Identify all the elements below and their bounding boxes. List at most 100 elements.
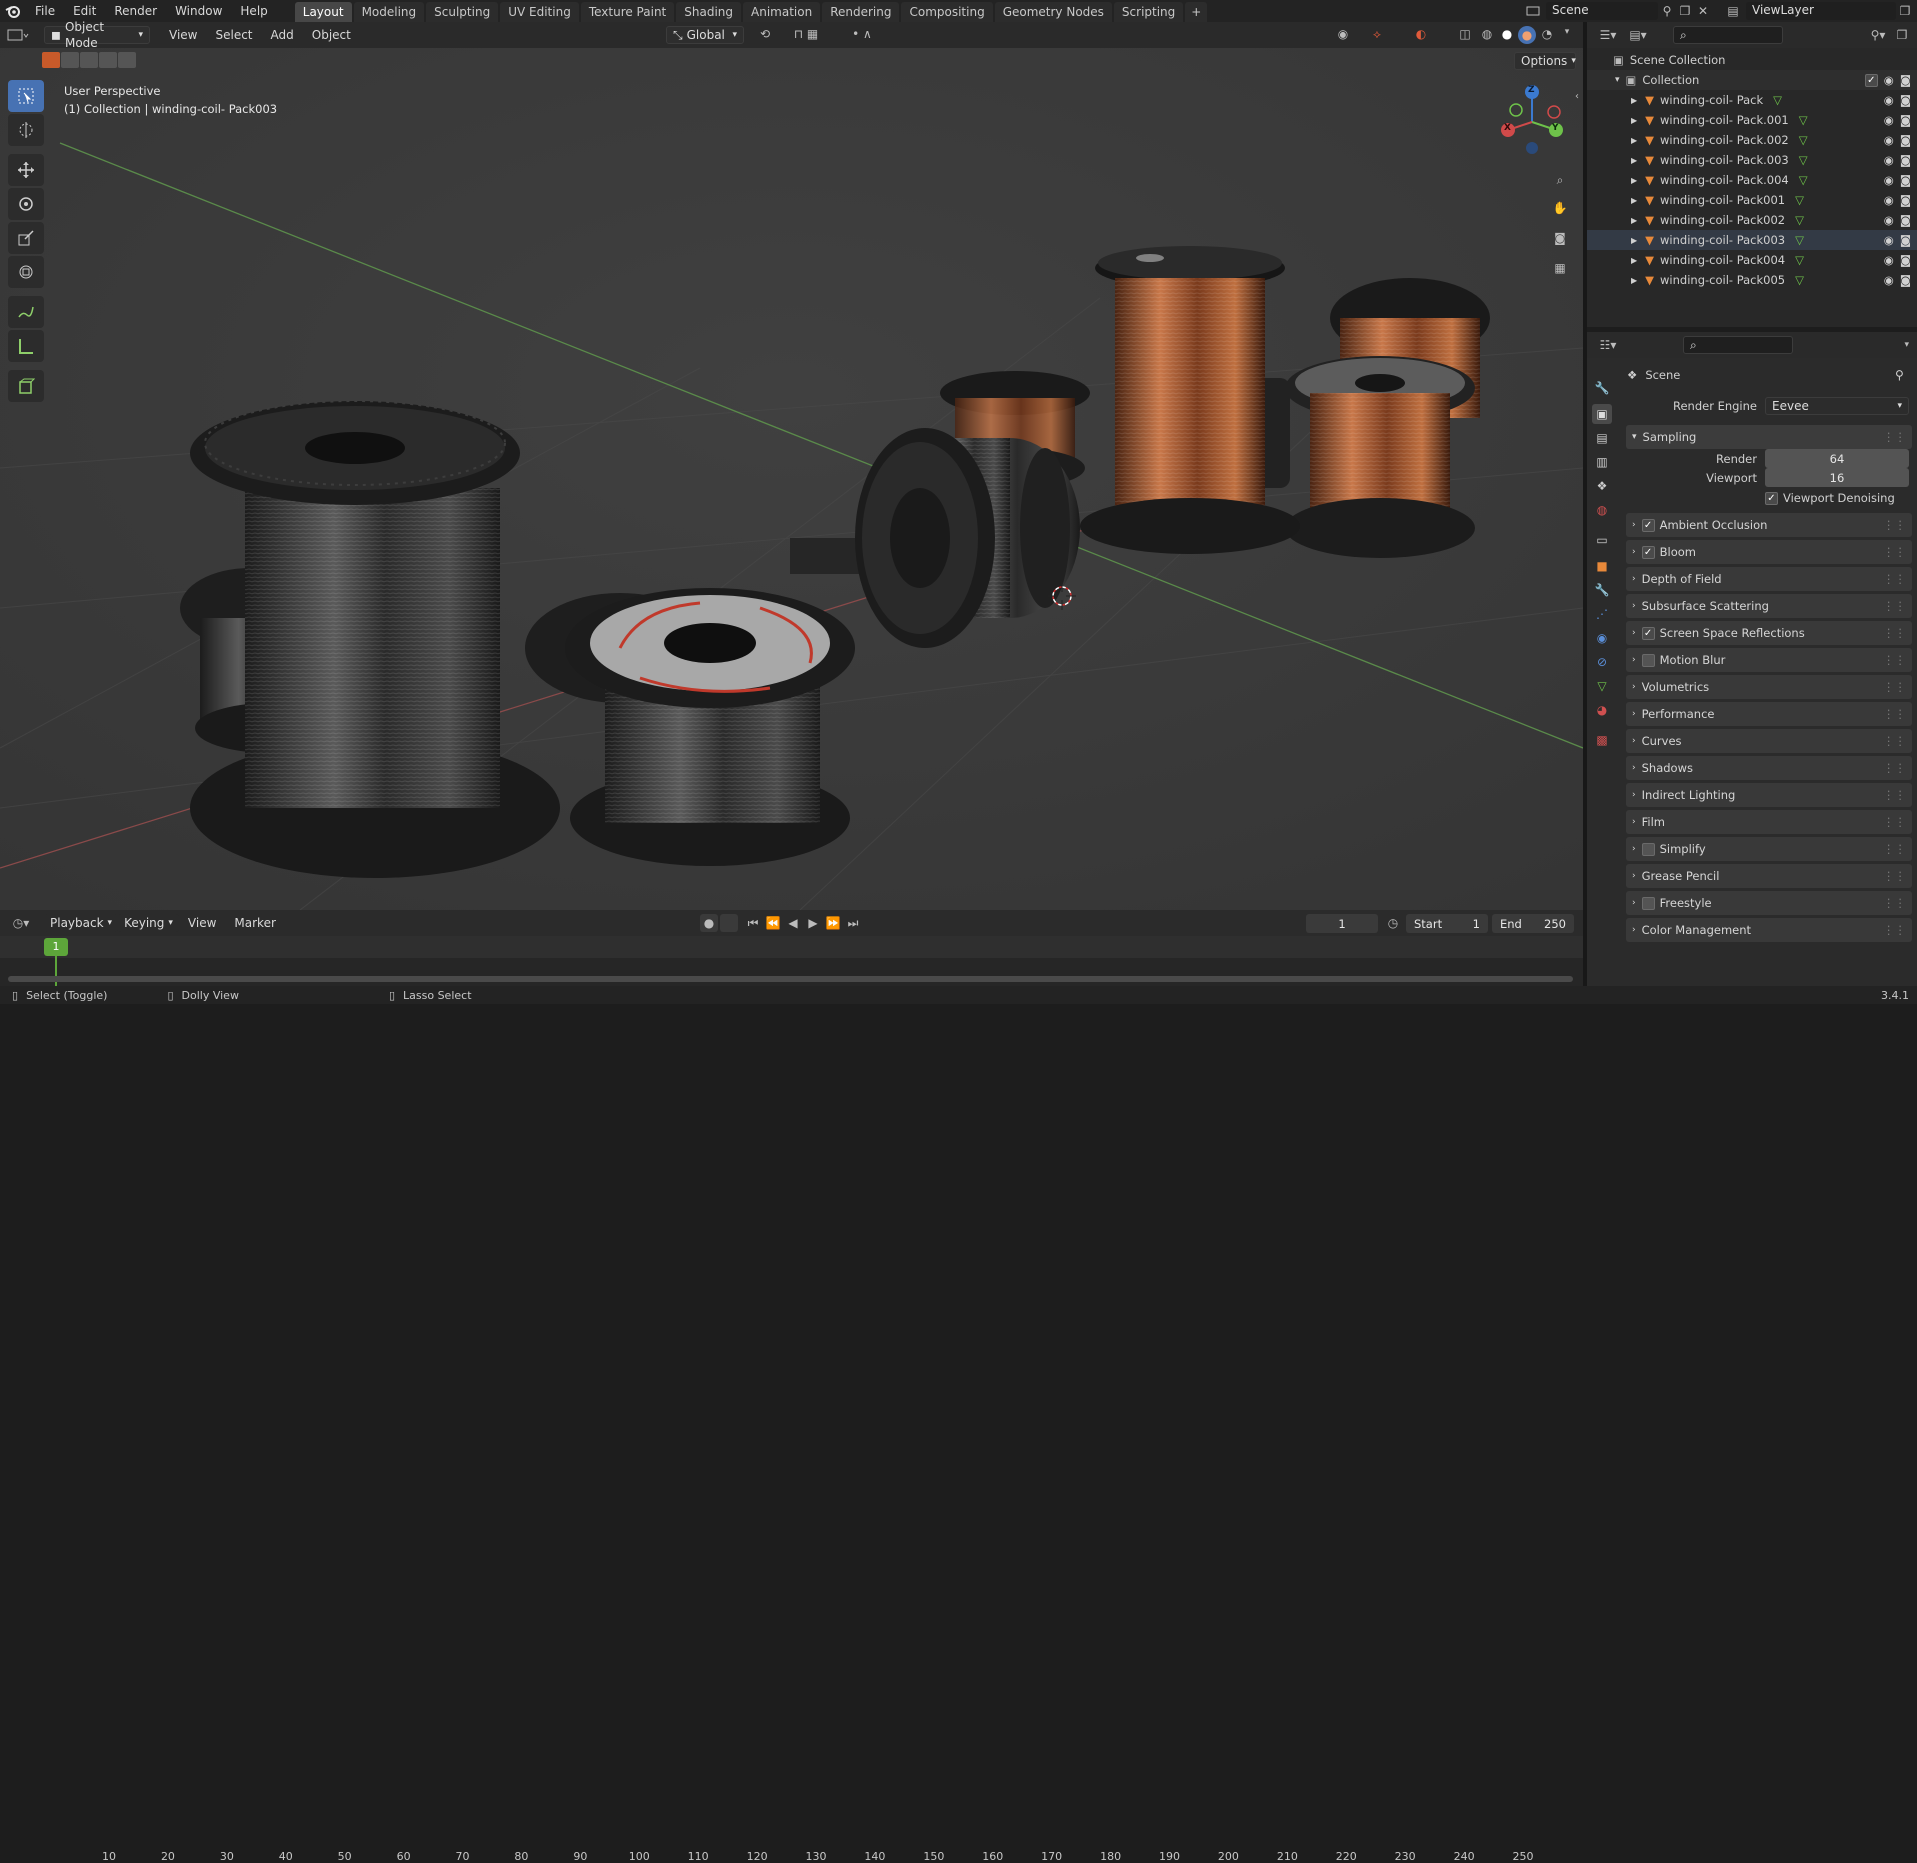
end-frame-field[interactable]: End 250 <box>1492 914 1574 933</box>
menu-help[interactable]: Help <box>231 0 276 22</box>
view-layer-icon[interactable]: ▤ <box>1720 4 1746 18</box>
render-visibility-icon[interactable]: ◙ <box>1900 233 1911 247</box>
timeline-scrollbar[interactable] <box>8 976 1573 982</box>
panel-checkbox[interactable] <box>1641 842 1655 856</box>
preview-range-icon[interactable]: ◷ <box>1384 914 1402 932</box>
tab-animation[interactable]: Animation <box>743 2 821 22</box>
timeline-menu-marker[interactable]: Marker <box>225 912 284 934</box>
viewport-menu-select[interactable]: Select <box>206 24 261 46</box>
expand-icon[interactable]: ▶ <box>1631 236 1637 245</box>
pin-icon[interactable]: ⚲ <box>1658 4 1676 18</box>
panel-depth-of-field[interactable]: › Depth of Field ⋮⋮ <box>1626 567 1912 591</box>
mesh-data-icon[interactable]: ▽ <box>1795 193 1804 207</box>
collection-visibility-icon[interactable]: ◉ <box>1884 73 1894 87</box>
object-tab-icon[interactable]: ■ <box>1592 556 1612 576</box>
panel-volumetrics[interactable]: › Volumetrics ⋮⋮ <box>1626 675 1912 699</box>
outliner-object-row[interactable]: ▶ ▼ winding-coil- Pack003 ▽ ◉ ◙ <box>1587 230 1917 250</box>
jump-keyframe-back-icon[interactable]: ⏪ <box>764 914 782 932</box>
visibility-icon[interactable]: ◉ <box>1884 233 1894 247</box>
editor-type-icon[interactable] <box>0 28 36 42</box>
drag-handle-icon[interactable]: ⋮⋮ <box>1883 842 1906 856</box>
expand-icon[interactable]: ▶ <box>1631 116 1637 125</box>
outliner-object-row[interactable]: ▶ ▼ winding-coil- Pack005 ▽ ◉ ◙ <box>1587 270 1917 290</box>
properties-search-input[interactable]: ⌕ <box>1683 336 1793 354</box>
render-visibility-icon[interactable]: ◙ <box>1900 153 1911 167</box>
tool-rotate[interactable] <box>8 188 44 220</box>
mesh-data-icon[interactable]: ▽ <box>1773 93 1782 107</box>
visibility-icon[interactable]: ◉ <box>1884 273 1894 287</box>
camera-icon[interactable]: ◙ <box>1550 228 1570 248</box>
sidebar-toggle-icon[interactable]: ‹ <box>1572 88 1582 104</box>
start-frame-field[interactable]: Start 1 <box>1406 914 1488 933</box>
close-icon[interactable]: ✕ <box>1694 4 1712 18</box>
tab-modeling[interactable]: Modeling <box>353 2 425 22</box>
tab-layout[interactable]: Layout <box>294 2 352 22</box>
expand-icon[interactable]: ▶ <box>1631 196 1637 205</box>
constraints-tab-icon[interactable]: ⊘ <box>1592 652 1612 672</box>
panel-shadows[interactable]: › Shadows ⋮⋮ <box>1626 756 1912 780</box>
viewport-denoising-checkbox[interactable]: ✓ Viewport Denoising <box>1765 491 1895 505</box>
render-visibility-icon[interactable]: ◙ <box>1900 133 1911 147</box>
display-mode-icon[interactable]: ▤▾ <box>1623 28 1653 42</box>
outliner-object-row[interactable]: ▶ ▼ winding-coil- Pack.001 ▽ ◉ ◙ <box>1587 110 1917 130</box>
tab-texture-paint[interactable]: Texture Paint <box>580 2 675 22</box>
tool-add-cube[interactable] <box>8 370 44 402</box>
mesh-data-icon[interactable]: ▽ <box>1799 173 1808 187</box>
panel-ambient-occlusion[interactable]: › ✓ Ambient Occlusion ⋮⋮ <box>1626 513 1912 537</box>
visibility-icon[interactable]: ◉ <box>1884 93 1894 107</box>
render-tab-icon[interactable]: ▣ <box>1592 404 1612 424</box>
expand-icon[interactable]: ▶ <box>1631 136 1637 145</box>
collection-render-icon[interactable]: ◙ <box>1900 73 1911 87</box>
menu-window[interactable]: Window <box>166 0 231 22</box>
output-tab-icon[interactable]: ▤ <box>1592 428 1612 448</box>
expand-icon[interactable]: ▶ <box>1631 96 1637 105</box>
render-visibility-icon[interactable]: ◙ <box>1900 213 1911 227</box>
new-scene-icon[interactable]: ❐ <box>1676 4 1694 18</box>
render-engine-selector[interactable]: Eevee ▾ <box>1765 397 1909 415</box>
visibility-icon[interactable]: ◉ <box>1884 253 1894 267</box>
tool-annotate[interactable] <box>8 296 44 328</box>
drag-handle-icon[interactable]: ⋮⋮ <box>1883 788 1906 802</box>
transform-orientation-selector[interactable]: ⤡ Global ▾ <box>666 26 744 44</box>
3d-viewport[interactable]: Options ▾ User Perspective (1) Collectio… <box>0 48 1583 910</box>
current-frame-field[interactable]: 1 <box>1306 914 1378 933</box>
outliner-object-row[interactable]: ▶ ▼ winding-coil- Pack002 ▽ ◉ ◙ <box>1587 210 1917 230</box>
select-invert-icon[interactable] <box>99 52 117 68</box>
shading-solid-icon[interactable]: ● <box>1498 27 1516 41</box>
drag-handle-icon[interactable]: ⋮⋮ <box>1883 430 1906 444</box>
render-visibility-icon[interactable]: ◙ <box>1900 273 1911 287</box>
tool-measure[interactable] <box>8 330 44 362</box>
tool-move[interactable] <box>8 154 44 186</box>
outliner-row-scene-collection[interactable]: ▣ Scene Collection <box>1587 50 1917 70</box>
timeline-editor-icon[interactable]: ◷▾ <box>6 916 36 930</box>
render-visibility-icon[interactable]: ◙ <box>1900 93 1911 107</box>
mesh-data-icon[interactable]: ▽ <box>1799 113 1808 127</box>
panel-grease-pencil[interactable]: › Grease Pencil ⋮⋮ <box>1626 864 1912 888</box>
drag-handle-icon[interactable]: ⋮⋮ <box>1883 545 1906 559</box>
frame-ruler[interactable] <box>0 936 1583 958</box>
panel-curves[interactable]: › Curves ⋮⋮ <box>1626 729 1912 753</box>
material-tab-icon[interactable]: ◕ <box>1592 700 1612 720</box>
drag-handle-icon[interactable]: ⋮⋮ <box>1883 653 1906 667</box>
panel-checkbox[interactable]: ✓ <box>1641 626 1655 640</box>
jump-end-icon[interactable]: ⏭ <box>844 914 862 932</box>
panel-screen-space-reflections[interactable]: › ✓ Screen Space Reflections ⋮⋮ <box>1626 621 1912 645</box>
filter-icon[interactable]: ⚲▾ <box>1865 28 1891 42</box>
drag-handle-icon[interactable]: ⋮⋮ <box>1883 707 1906 721</box>
properties-editor-icon[interactable]: ☷▾ <box>1593 338 1623 352</box>
outliner-object-row[interactable]: ▶ ▼ winding-coil- Pack004 ▽ ◉ ◙ <box>1587 250 1917 270</box>
jump-keyframe-forward-icon[interactable]: ⏩ <box>824 914 842 932</box>
expand-icon[interactable]: ▶ <box>1631 156 1637 165</box>
outliner-editor-icon[interactable]: ☰▾ <box>1593 28 1623 42</box>
scene-selector[interactable]: Scene <box>1546 2 1658 20</box>
expand-icon[interactable]: ▶ <box>1631 216 1637 225</box>
select-new-icon[interactable] <box>42 52 60 68</box>
visibility-icon[interactable]: ◉ <box>1884 193 1894 207</box>
world-tab-icon[interactable]: ◍ <box>1592 500 1612 520</box>
panel-freestyle[interactable]: › Freestyle ⋮⋮ <box>1626 891 1912 915</box>
tool-cursor[interactable] <box>8 114 44 146</box>
collection-checkbox[interactable]: ✓ <box>1864 73 1878 87</box>
tab-geometry-nodes[interactable]: Geometry Nodes <box>994 2 1112 22</box>
visibility-icon[interactable]: ◉ <box>1884 133 1894 147</box>
panel-performance[interactable]: › Performance ⋮⋮ <box>1626 702 1912 726</box>
